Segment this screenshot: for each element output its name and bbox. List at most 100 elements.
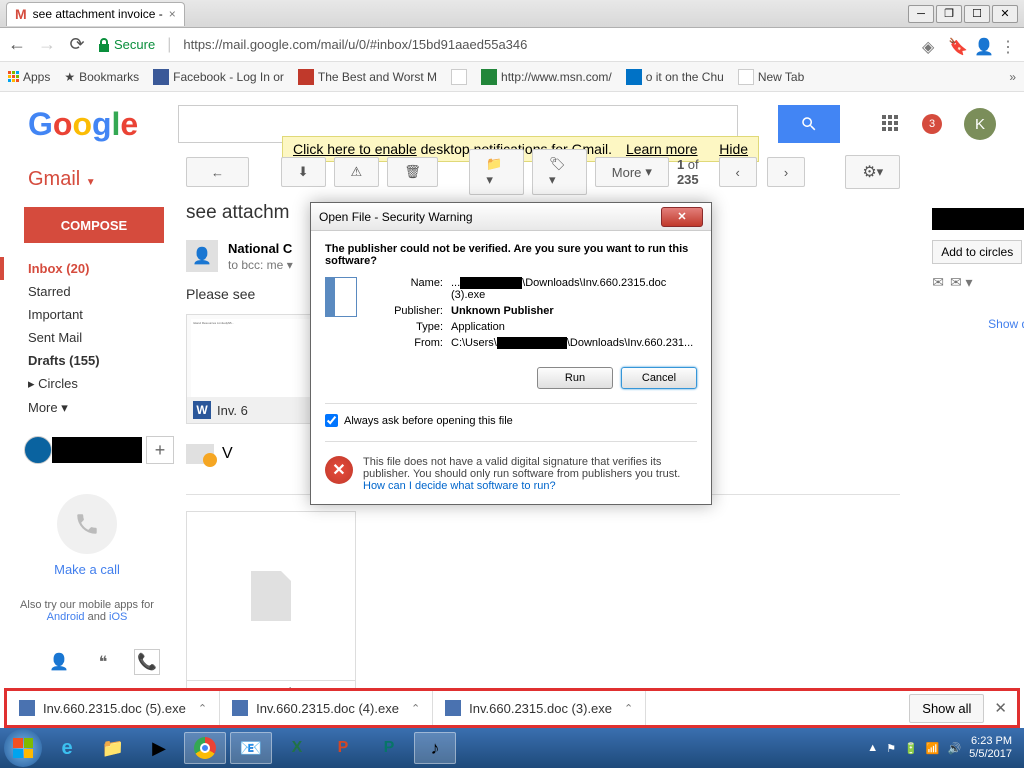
ios-link[interactable]: iOS: [109, 611, 127, 623]
move-to-button[interactable]: 📁 ▾: [469, 149, 524, 195]
search-button[interactable]: [778, 105, 840, 143]
bookmark-item[interactable]: o it on the Chu: [626, 69, 724, 85]
show-all-downloads-button[interactable]: Show all: [909, 694, 984, 723]
account-avatar[interactable]: K: [964, 108, 996, 140]
excel-taskbar-icon[interactable]: X: [276, 732, 318, 764]
contact-name-redacted: [52, 437, 142, 463]
powerpoint-taskbar-icon[interactable]: P: [322, 732, 364, 764]
dialog-titlebar[interactable]: Open File - Security Warning ✕: [311, 203, 711, 231]
archive-button[interactable]: ⬇: [281, 157, 326, 187]
sidebar-circles[interactable]: ▸ Circles: [0, 372, 174, 396]
sidebar-sent[interactable]: Sent Mail: [0, 326, 174, 349]
make-call-link[interactable]: Make a call: [0, 562, 174, 577]
android-link[interactable]: Android: [47, 611, 85, 623]
downloads-bar: Inv.660.2315.doc (5).exe⌃ Inv.660.2315.d…: [4, 688, 1020, 728]
bookmark-item[interactable]: Facebook - Log In or: [153, 69, 284, 85]
clock[interactable]: 6:23 PM5/5/2017: [969, 735, 1012, 761]
notifications-badge[interactable]: 3: [922, 114, 942, 134]
help-link[interactable]: How can I decide what software to run?: [363, 480, 556, 492]
publisher-taskbar-icon[interactable]: P: [368, 732, 410, 764]
cancel-button[interactable]: Cancel: [621, 367, 697, 389]
secure-indicator[interactable]: Secure: [98, 37, 155, 52]
url-text[interactable]: https://mail.google.com/mail/u/0/#inbox/…: [183, 37, 527, 52]
gmail-label[interactable]: Gmail ▼: [0, 168, 174, 207]
start-button[interactable]: [4, 729, 42, 767]
compose-button[interactable]: COMPOSE: [24, 207, 164, 243]
always-ask-checkbox[interactable]: [325, 414, 338, 427]
name-label: Name:: [371, 277, 451, 301]
spam-button[interactable]: ⚠: [334, 157, 380, 187]
music-taskbar-icon[interactable]: ♪: [414, 732, 456, 764]
lock-icon: [98, 38, 110, 52]
back-to-inbox-button[interactable]: ←: [186, 157, 249, 187]
recipients-line[interactable]: to bcc: me ▾: [228, 258, 293, 272]
hangouts-contacts-icon[interactable]: 👤: [46, 649, 72, 675]
sidebar-more[interactable]: More ▾: [0, 396, 174, 420]
sidebar-inbox[interactable]: Inbox (20): [0, 257, 174, 280]
attachment-card[interactable]: [186, 511, 356, 681]
extension-icon[interactable]: 👤: [974, 37, 990, 53]
bookmark-item[interactable]: The Best and Worst M: [298, 69, 437, 85]
sidebar-drafts[interactable]: Drafts (155): [0, 349, 174, 372]
prev-button[interactable]: ‹: [719, 157, 757, 187]
run-button[interactable]: Run: [537, 367, 613, 389]
hangouts-phone-icon[interactable]: 📞: [134, 649, 160, 675]
tray-overflow-icon[interactable]: ▲: [867, 742, 878, 754]
network-icon[interactable]: 📶: [926, 742, 940, 755]
email-icon[interactable]: ✉: [932, 274, 944, 291]
chrome-taskbar-icon[interactable]: [184, 732, 226, 764]
close-downloads-icon[interactable]: ✕: [994, 699, 1007, 717]
download-item[interactable]: Inv.660.2315.doc (5).exe⌃: [7, 691, 220, 725]
shield-icon: [203, 453, 217, 467]
dialog-close-button[interactable]: ✕: [661, 207, 703, 227]
settings-button[interactable]: ⚙ ▾: [845, 155, 900, 189]
dialog-title: Open File - Security Warning: [319, 210, 473, 224]
envelope-dropdown-icon[interactable]: ✉ ▾: [950, 274, 973, 291]
hangouts-chat-icon[interactable]: ❝: [90, 649, 116, 675]
power-icon[interactable]: 🔋: [904, 742, 918, 755]
media-player-taskbar-icon[interactable]: ▶: [138, 732, 180, 764]
window-close-icon[interactable]: ✕: [992, 5, 1018, 23]
ie-taskbar-icon[interactable]: e: [46, 732, 88, 764]
hangouts-contact[interactable]: +: [24, 436, 174, 464]
window-minimize-icon[interactable]: ─: [908, 5, 934, 23]
bookmark-item[interactable]: New Tab: [738, 69, 804, 85]
bookmark-item[interactable]: http://www.msn.com/: [481, 69, 612, 85]
tab-close-icon[interactable]: ×: [169, 7, 176, 21]
phone-icon[interactable]: [57, 494, 117, 554]
delete-button[interactable]: 🗑: [387, 157, 438, 187]
explorer-taskbar-icon[interactable]: 📁: [92, 732, 134, 764]
download-item[interactable]: Inv.660.2315.doc (3).exe⌃: [433, 691, 646, 725]
reload-icon[interactable]: ⟳: [68, 36, 86, 54]
chevron-up-icon[interactable]: ⌃: [198, 702, 207, 715]
sidebar-starred[interactable]: Starred: [0, 280, 174, 303]
bookmarks-overflow-icon[interactable]: »: [1009, 70, 1016, 84]
sidebar-important[interactable]: Important: [0, 303, 174, 326]
browser-tab[interactable]: M see attachment invoice - ×: [6, 2, 185, 26]
bookmark-icon[interactable]: 🔖: [948, 37, 964, 53]
security-warning-dialog: Open File - Security Warning ✕ The publi…: [310, 202, 712, 505]
volume-icon[interactable]: 🔊: [947, 742, 961, 755]
google-logo[interactable]: Google: [28, 106, 138, 143]
chevron-up-icon[interactable]: ⌃: [624, 702, 633, 715]
show-details-link[interactable]: Show details: [932, 317, 1024, 331]
back-icon[interactable]: ←: [8, 36, 26, 54]
google-apps-icon[interactable]: [882, 115, 900, 133]
search-icon: [800, 115, 818, 133]
download-item[interactable]: Inv.660.2315.doc (4).exe⌃: [220, 691, 433, 725]
window-maximize-icon[interactable]: ☐: [964, 5, 990, 23]
outlook-taskbar-icon[interactable]: 📧: [230, 732, 272, 764]
apps-shortcut[interactable]: Apps: [8, 70, 50, 84]
bookmark-item[interactable]: [451, 69, 467, 85]
labels-button[interactable]: 🏷 ▾: [532, 149, 587, 195]
flag-icon[interactable]: ⚑: [886, 742, 896, 755]
more-button[interactable]: More ▾: [595, 157, 669, 187]
bookmarks-folder[interactable]: ★ Bookmarks: [64, 70, 139, 84]
next-button[interactable]: ›: [767, 157, 805, 187]
compass-icon[interactable]: ◈: [922, 37, 938, 53]
menu-icon[interactable]: ⋮: [1000, 37, 1016, 53]
add-to-circles-button[interactable]: Add to circles: [932, 240, 1022, 264]
window-restore-icon[interactable]: ❐: [936, 5, 962, 23]
chevron-up-icon[interactable]: ⌃: [411, 702, 420, 715]
add-contact-button[interactable]: +: [146, 436, 174, 464]
